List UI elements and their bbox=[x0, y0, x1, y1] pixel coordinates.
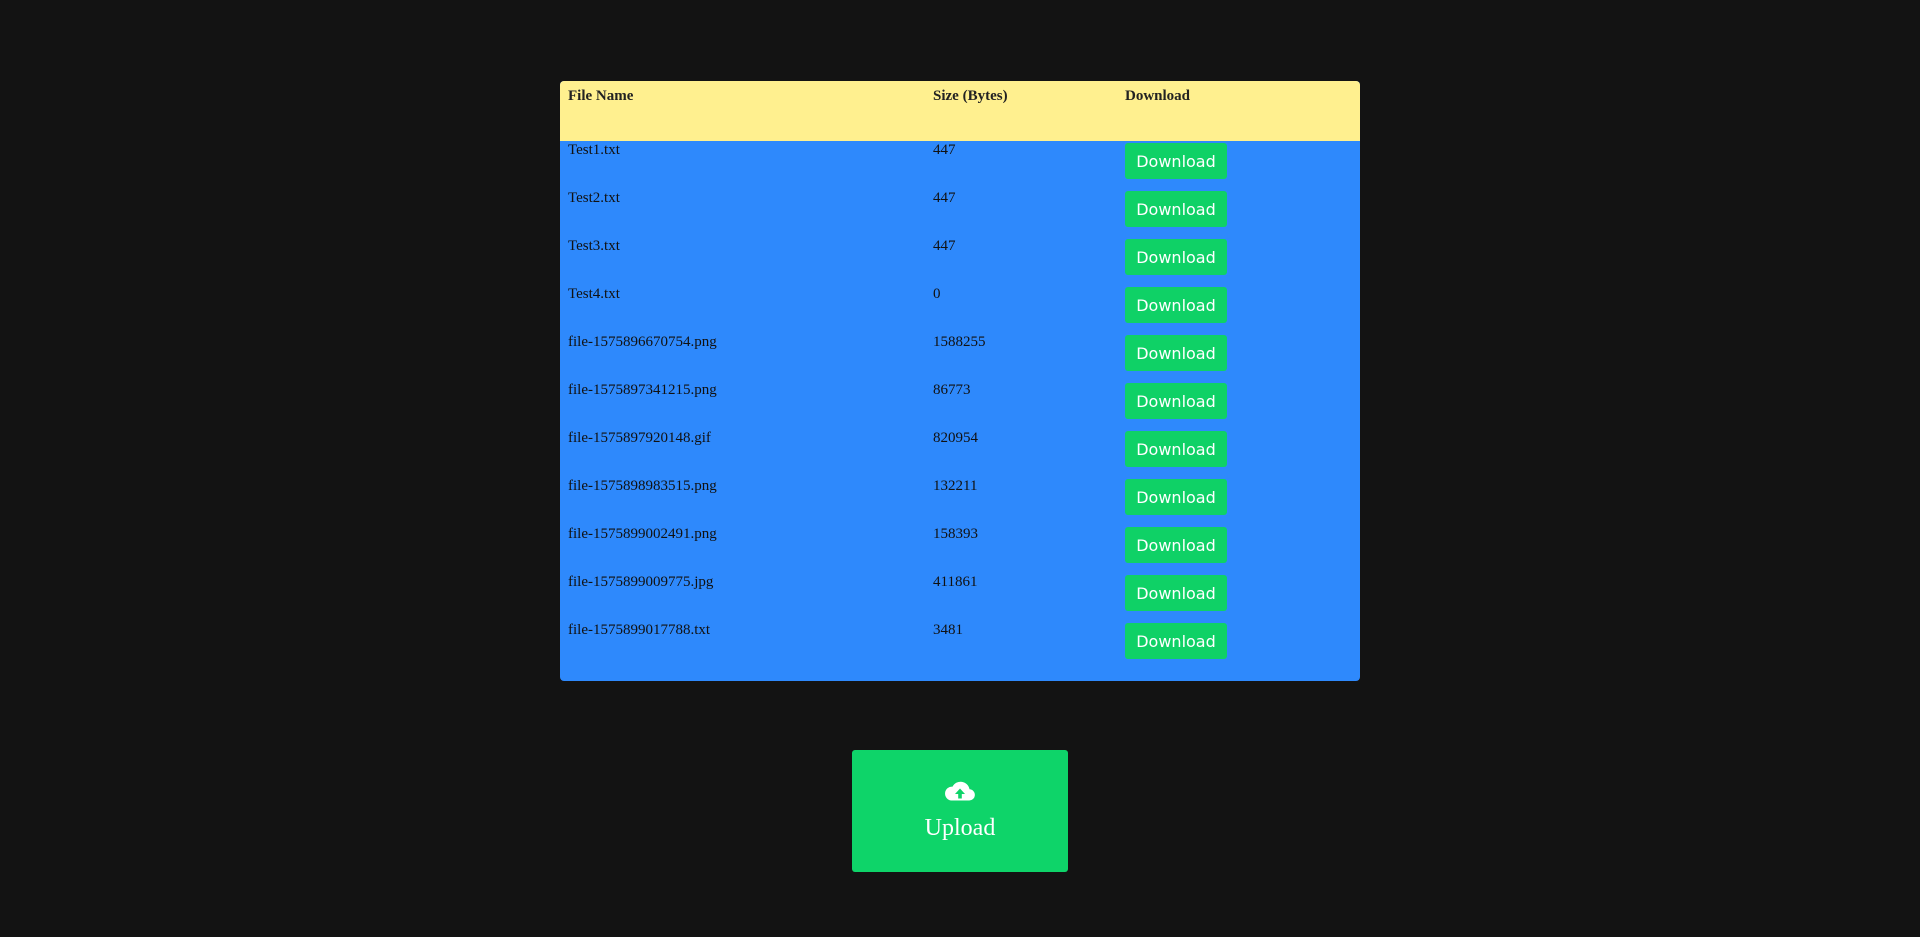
download-button[interactable]: Download bbox=[1125, 143, 1227, 179]
file-name-cell: file-1575899009775.jpg bbox=[568, 574, 714, 590]
cloud-upload-icon bbox=[945, 781, 975, 801]
file-table: File Name Size (Bytes) Download Test1.tx… bbox=[560, 81, 1360, 681]
table-row: Test4.txt 0 Download bbox=[560, 285, 1360, 333]
file-size-cell: 3481 bbox=[933, 622, 963, 638]
file-size-cell: 132211 bbox=[933, 478, 978, 494]
file-size-cell: 447 bbox=[933, 190, 956, 206]
upload-button[interactable]: Upload bbox=[852, 750, 1068, 872]
download-button[interactable]: Download bbox=[1125, 239, 1227, 275]
table-row: file-1575899017788.txt 3481 Download bbox=[560, 621, 1360, 669]
table-row: Test1.txt 447 Download bbox=[560, 141, 1360, 189]
file-name-cell: file-1575896670754.png bbox=[568, 334, 717, 350]
file-name-cell: Test1.txt bbox=[568, 142, 620, 158]
file-name-cell: file-1575897920148.gif bbox=[568, 430, 711, 446]
table-row: Test2.txt 447 Download bbox=[560, 189, 1360, 237]
file-name-cell: file-1575898983515.png bbox=[568, 478, 717, 494]
file-name-cell: file-1575897341215.png bbox=[568, 382, 717, 398]
table-header: File Name Size (Bytes) Download bbox=[560, 81, 1360, 141]
table-body: Test1.txt 447 Download Test2.txt 447 Dow… bbox=[560, 141, 1360, 681]
file-name-cell: Test2.txt bbox=[568, 190, 620, 206]
table-row: file-1575896670754.png 1588255 Download bbox=[560, 333, 1360, 381]
file-name-cell: Test3.txt bbox=[568, 238, 620, 254]
file-size-cell: 447 bbox=[933, 142, 956, 158]
download-button[interactable]: Download bbox=[1125, 479, 1227, 515]
download-button[interactable]: Download bbox=[1125, 623, 1227, 659]
download-button[interactable]: Download bbox=[1125, 431, 1227, 467]
table-row: file-1575897341215.png 86773 Download bbox=[560, 381, 1360, 429]
header-file-name: File Name bbox=[568, 88, 634, 104]
file-size-cell: 820954 bbox=[933, 430, 978, 446]
download-button[interactable]: Download bbox=[1125, 287, 1227, 323]
file-size-cell: 158393 bbox=[933, 526, 978, 542]
file-name-cell: file-1575899017788.txt bbox=[568, 622, 711, 638]
table-row: Test3.txt 447 Download bbox=[560, 237, 1360, 285]
table-row: file-1575899009775.jpg 411861 Download bbox=[560, 573, 1360, 621]
download-button[interactable]: Download bbox=[1125, 383, 1227, 419]
download-button[interactable]: Download bbox=[1125, 527, 1227, 563]
file-size-cell: 411861 bbox=[933, 574, 978, 590]
file-name-cell: Test4.txt bbox=[568, 286, 620, 302]
table-row: file-1575898983515.png 132211 Download bbox=[560, 477, 1360, 525]
download-button[interactable]: Download bbox=[1125, 575, 1227, 611]
file-size-cell: 0 bbox=[933, 286, 941, 302]
download-button[interactable]: Download bbox=[1125, 191, 1227, 227]
file-size-cell: 447 bbox=[933, 238, 956, 254]
upload-label: Upload bbox=[924, 815, 996, 841]
file-size-cell: 1588255 bbox=[933, 334, 986, 350]
table-row: file-1575899002491.png 158393 Download bbox=[560, 525, 1360, 573]
file-size-cell: 86773 bbox=[933, 382, 971, 398]
file-name-cell: file-1575899002491.png bbox=[568, 526, 717, 542]
table-row: file-1575897920148.gif 820954 Download bbox=[560, 429, 1360, 477]
header-size: Size (Bytes) bbox=[933, 88, 1008, 104]
download-button[interactable]: Download bbox=[1125, 335, 1227, 371]
header-download: Download bbox=[1125, 88, 1191, 104]
